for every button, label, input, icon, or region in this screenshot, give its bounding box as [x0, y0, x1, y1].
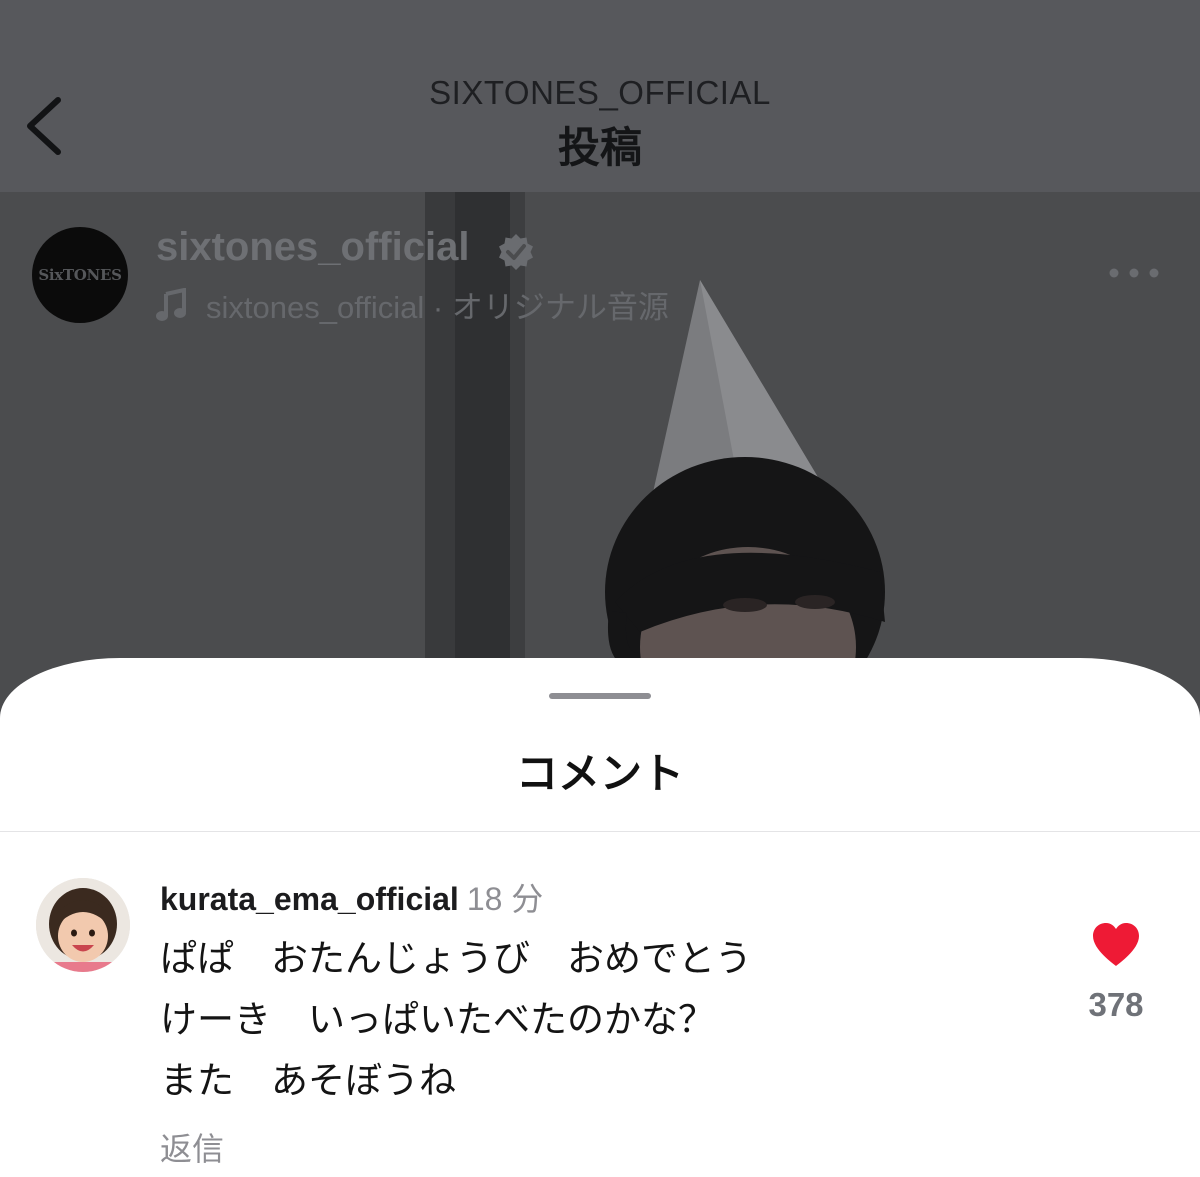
comments-sheet: コメント kurata_ema_official 18 分 ぱぱ おたんじょうび… — [0, 658, 1200, 1177]
comment-username[interactable]: kurata_ema_official — [160, 881, 459, 917]
post-video-frame — [0, 192, 1200, 712]
page-title: 投稿 — [557, 124, 642, 171]
post-username[interactable]: sixtones_official — [156, 225, 469, 270]
heart-filled-icon[interactable] — [1090, 922, 1142, 968]
post-author-avatar[interactable]: SixTONES — [32, 227, 128, 323]
comment-item: kurata_ema_official 18 分 ぱぱ おたんじょうび おめでとう… — [0, 832, 1200, 1177]
music-note-icon — [156, 287, 186, 321]
music-label: sixtones_official · オリジナル音源 — [206, 290, 669, 325]
top-navigation-bar: SIXTONES_OFFICIAL 投稿 — [0, 0, 1200, 192]
sheet-drag-handle[interactable] — [549, 693, 651, 699]
more-horizontal-icon[interactable] — [1108, 264, 1160, 282]
comments-sheet-title: コメント — [515, 750, 684, 797]
comment-line: また あそぼうね — [160, 1060, 456, 1101]
like-count: 378 — [1088, 986, 1144, 1023]
comment-timestamp: 18 分 — [466, 881, 544, 917]
avatar-logo-text: SixTONES — [38, 266, 122, 284]
post-media-area: SixTONES sixtones_official sixtones_offi… — [0, 192, 1200, 712]
commenter-avatar[interactable] — [36, 878, 130, 972]
comment-line: けーき いっぱいたべたのかな？ — [160, 999, 715, 1040]
comment-text: ぱぱ おたんじょうび おめでとう けーき いっぱいたべたのかな？ また あそぼう… — [160, 928, 752, 1111]
verified-badge-icon — [499, 234, 533, 270]
comment-header: kurata_ema_official 18 分 — [160, 874, 543, 920]
comment-line: ぱぱ おたんじょうび おめでとう — [160, 938, 752, 979]
reply-button[interactable]: 返信 — [160, 1124, 224, 1170]
original-audio-link[interactable]: sixtones_official · オリジナル音源 — [156, 282, 669, 327]
child-avatar-image — [36, 878, 130, 972]
header-username: SIXTONES_OFFICIAL — [429, 74, 771, 111]
instagram-post-screen: SIXTONES_OFFICIAL 投稿 SixTONES sixtones_o… — [0, 0, 1200, 1177]
